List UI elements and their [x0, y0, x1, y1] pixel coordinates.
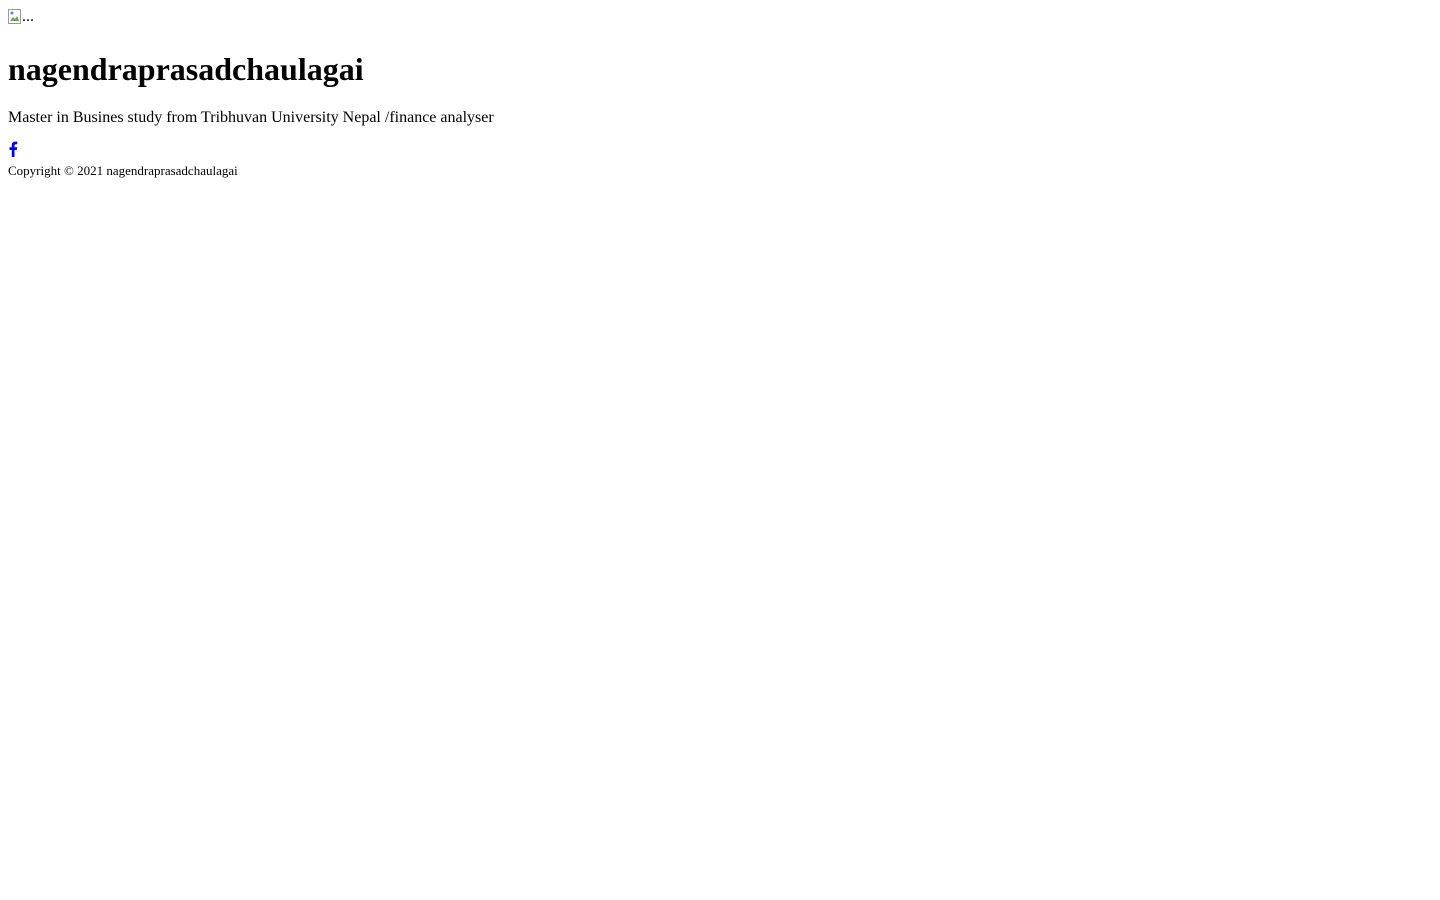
- copyright-text: Copyright © 2021 nagendraprasadchaulagai: [8, 163, 238, 178]
- social-links: [8, 141, 1432, 162]
- facebook-icon: [8, 141, 18, 162]
- facebook-link[interactable]: [8, 141, 18, 162]
- profile-name: nagendraprasadchaulagai: [8, 51, 364, 87]
- broken-image-icon: [8, 9, 22, 25]
- profile-bio: Master in Busines study from Tribhuvan U…: [8, 109, 494, 126]
- avatar-alt-text: ...: [22, 8, 34, 25]
- avatar: ...: [8, 8, 34, 26]
